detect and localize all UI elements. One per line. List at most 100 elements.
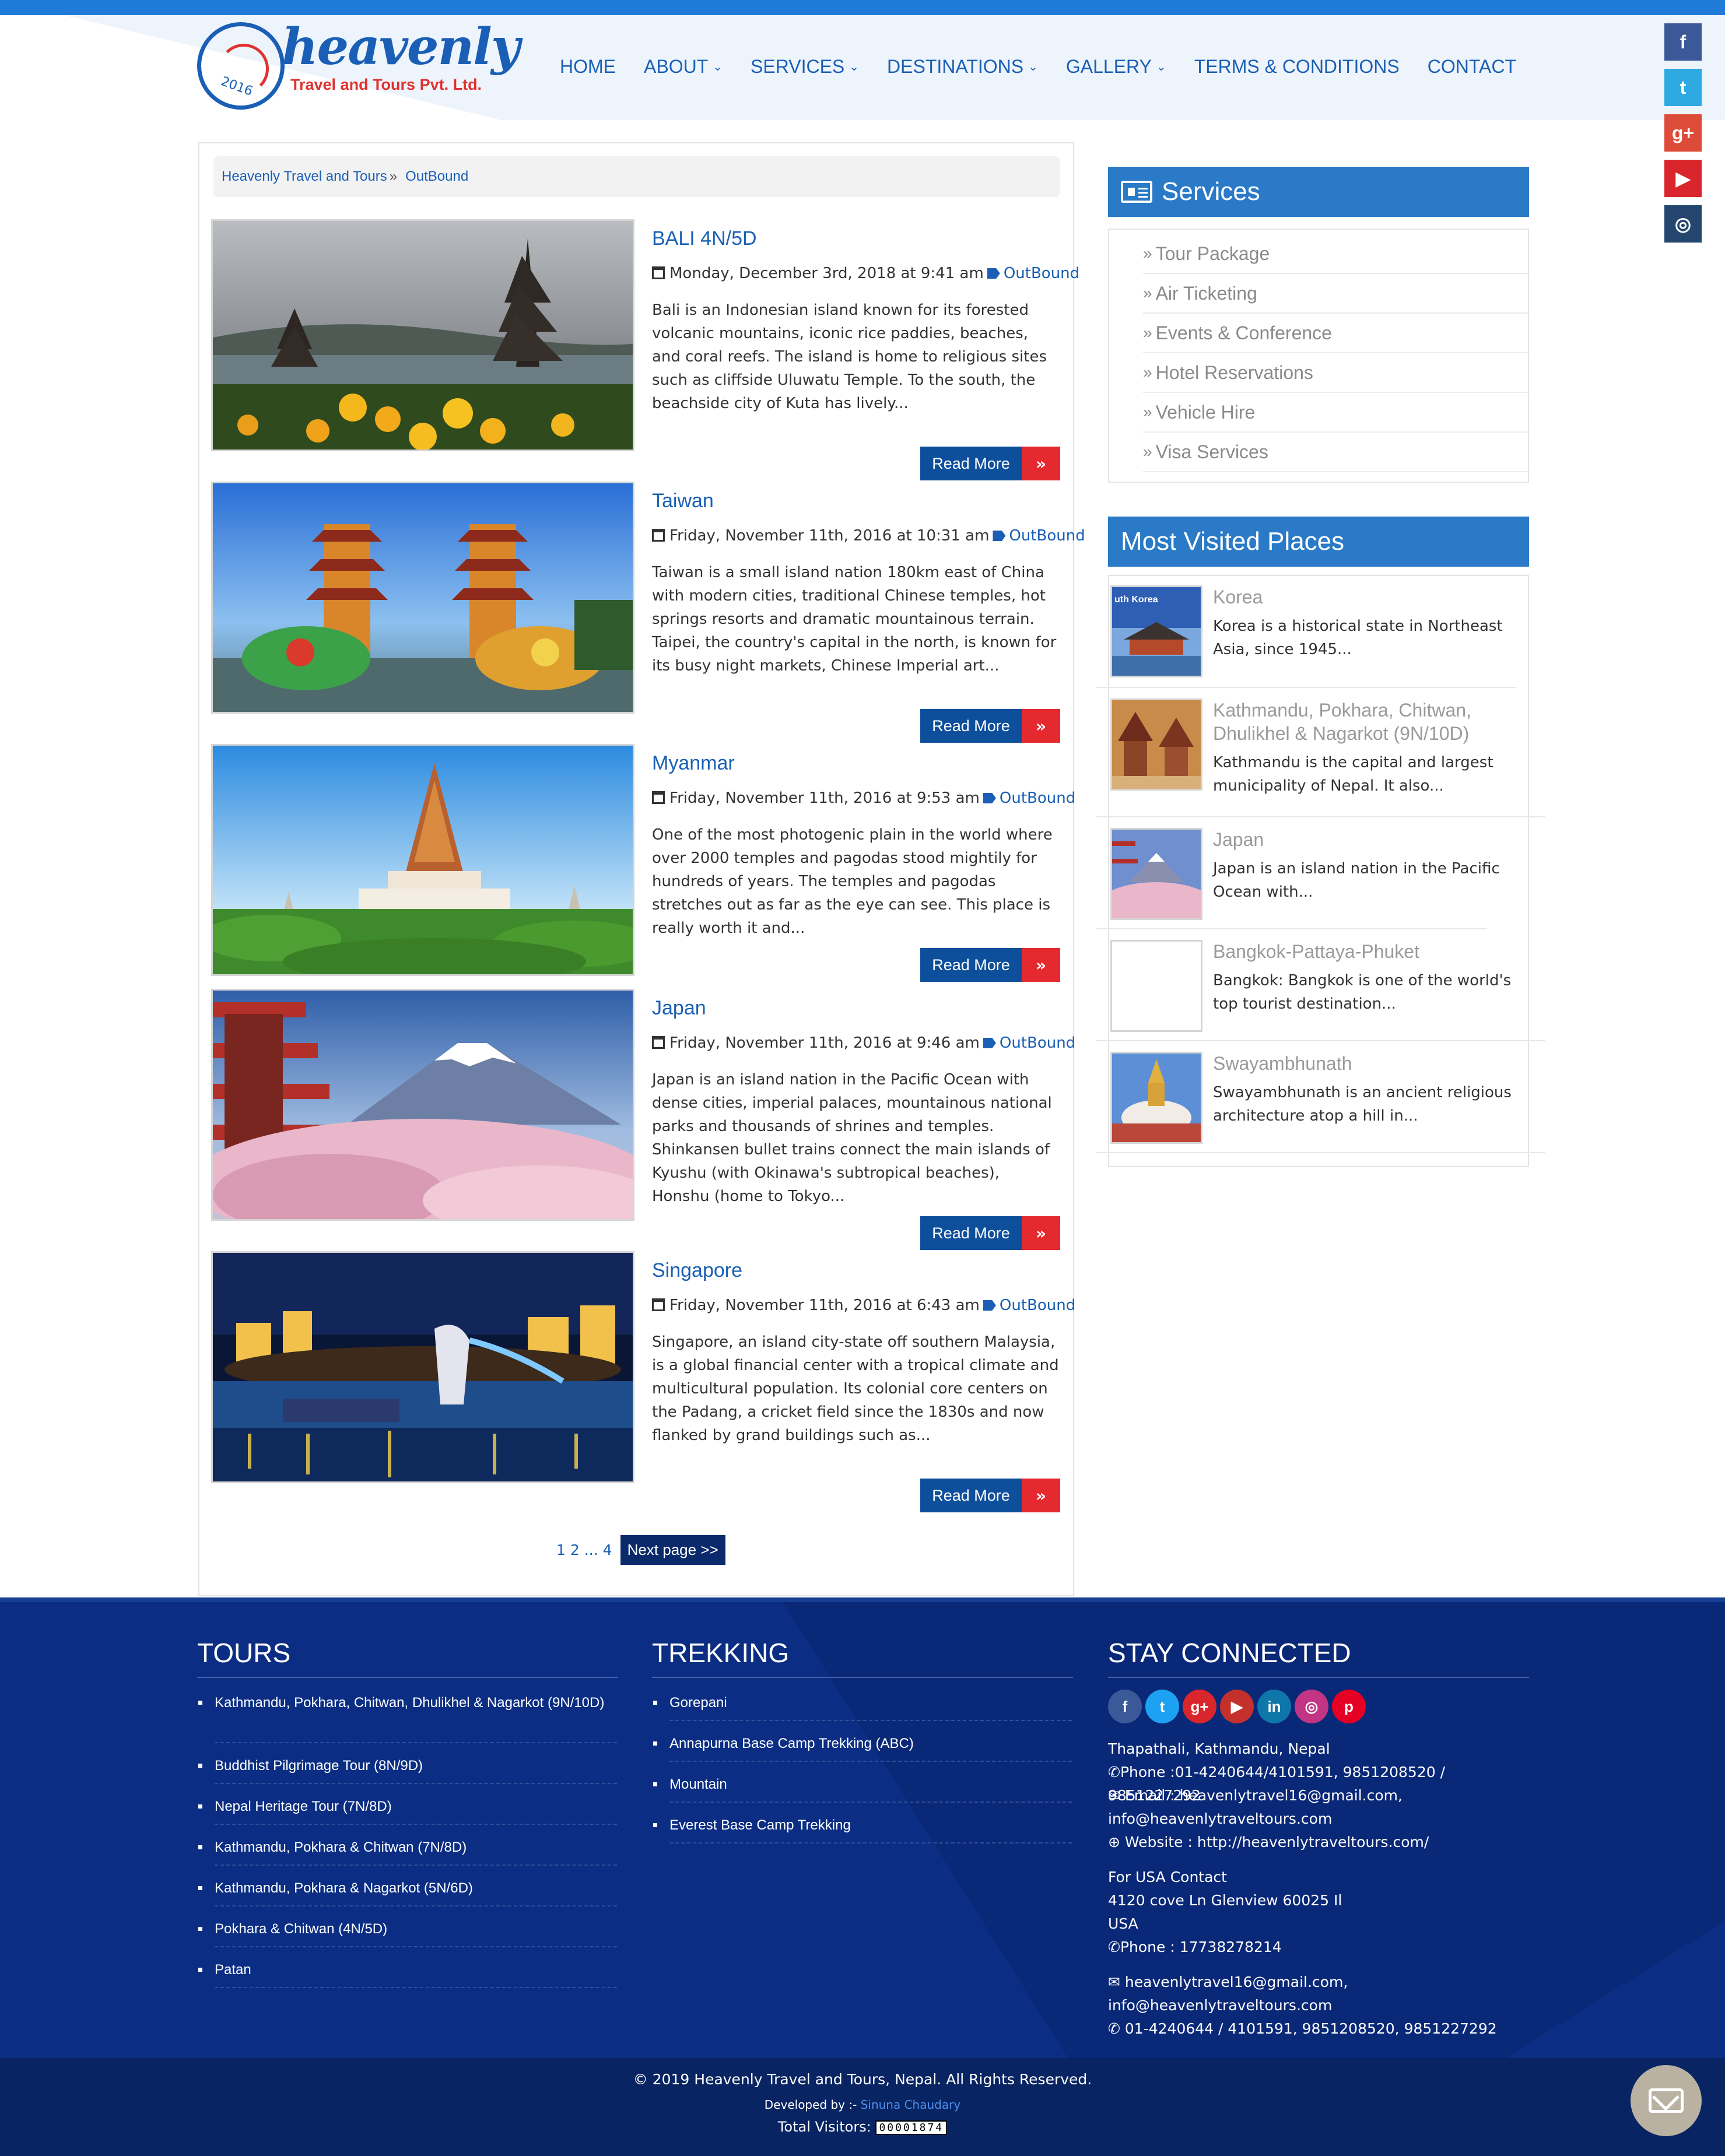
developer-link[interactable]: Sinuna Chaudary <box>861 2098 960 2112</box>
post-date: Friday, November 11th, 2016 at 9:46 am <box>669 1034 980 1052</box>
twitter-icon[interactable]: t <box>1664 69 1702 106</box>
nav-label: ABOUT <box>644 56 709 77</box>
post-title[interactable]: Singapore <box>652 1259 742 1282</box>
nav-label: SERVICES <box>751 56 845 77</box>
footer-list-divider <box>215 1946 617 1947</box>
read-more-button[interactable]: Read More» <box>920 1216 1060 1250</box>
post-title[interactable]: Taiwan <box>652 490 714 512</box>
tag-icon <box>983 793 996 803</box>
post-date: Monday, December 3rd, 2018 at 9:41 am <box>669 265 984 282</box>
footer-list-divider <box>215 1742 617 1743</box>
nav-label: TERMS & CONDITIONS <box>1194 56 1400 77</box>
next-page-button[interactable]: Next page >> <box>620 1535 725 1565</box>
visitors-label: Total Visitors: <box>777 2119 871 2135</box>
facebook-icon[interactable]: f <box>1108 1690 1142 1723</box>
site-logo[interactable]: 2016 heavenly Travel and Tours Pvt. Ltd. <box>197 17 520 110</box>
footer-list-link[interactable]: Patan <box>197 1959 617 1981</box>
nav-services[interactable]: SERVICES ⌄ <box>751 56 859 78</box>
calendar-icon <box>652 1298 665 1311</box>
footer-list-link[interactable]: Kathmandu, Pokhara & Nagarkot (5N/6D) <box>197 1877 617 1899</box>
footer-website-text[interactable]: Website : http://heavenlytraveltours.com… <box>1125 1834 1429 1850</box>
nav-label: GALLERY <box>1065 56 1152 77</box>
service-link[interactable]: » Vehicle Hire <box>1143 393 1530 433</box>
service-link[interactable]: » Visa Services <box>1143 433 1530 472</box>
footer-list-link[interactable]: Everest Base Camp Trekking <box>652 1814 1072 1837</box>
place-thumb-swayambhunath <box>1110 1052 1202 1144</box>
service-link[interactable]: » Hotel Reservations <box>1143 353 1530 393</box>
post-category-link[interactable]: OutBound <box>1000 789 1075 807</box>
post-category-link[interactable]: OutBound <box>1009 527 1085 545</box>
breadcrumb-current[interactable]: OutBound <box>405 168 468 185</box>
linkedin-icon[interactable]: in <box>1257 1690 1291 1723</box>
nav-contact[interactable]: CONTACT <box>1428 56 1516 78</box>
post-image-singapore[interactable] <box>211 1251 634 1483</box>
nav-terms[interactable]: TERMS & CONDITIONS <box>1194 56 1400 78</box>
place-divider <box>1096 928 1487 929</box>
breadcrumb-home-link[interactable]: Heavenly Travel and Tours <box>222 168 387 185</box>
youtube-icon[interactable]: ▶ <box>1220 1690 1254 1723</box>
footer-list-link[interactable]: Nepal Heritage Tour (7N/8D) <box>197 1796 617 1818</box>
page-link[interactable]: 1 <box>556 1541 566 1558</box>
service-link[interactable]: » Events & Conference <box>1143 314 1530 353</box>
post-image-myanmar[interactable] <box>211 744 634 976</box>
read-more-label: Read More <box>920 948 1022 982</box>
footer-list-link[interactable]: Kathmandu, Pokhara, Chitwan, Dhulikhel &… <box>197 1692 617 1714</box>
footer-email-alt-text[interactable]: heavenlytravel16@gmail.com, <box>1125 1974 1348 1990</box>
nav-destinations[interactable]: DESTINATIONS ⌄ <box>887 56 1038 78</box>
instagram-icon[interactable]: ◎ <box>1295 1690 1328 1723</box>
place-divider <box>1096 816 1545 817</box>
contact-chat-button[interactable] <box>1631 2065 1702 2136</box>
service-link[interactable]: » Air Ticketing <box>1143 274 1530 314</box>
footer-email: ✉ Email : heavenlytravel16@gmail.com, <box>1108 1784 1540 1807</box>
instagram-icon[interactable]: ◎ <box>1664 205 1702 243</box>
post-image-taiwan[interactable] <box>211 482 634 714</box>
page-link[interactable]: 2 <box>570 1541 580 1558</box>
envelope-icon: ✉ <box>1108 1974 1125 1990</box>
post-image-japan[interactable] <box>211 989 634 1221</box>
footer-email-alt-2[interactable]: info@heavenlytraveltours.com <box>1108 1994 1540 2017</box>
footer-list-link[interactable]: Annapurna Base Camp Trekking (ABC) <box>652 1733 1072 1755</box>
top-accent-bar <box>0 0 1725 15</box>
post-image-bali[interactable] <box>211 219 634 451</box>
nav-gallery[interactable]: GALLERY ⌄ <box>1066 56 1166 78</box>
post-category-link[interactable]: OutBound <box>1004 265 1079 282</box>
footer-website: ⊕ Website : http://heavenlytraveltours.c… <box>1108 1831 1540 1854</box>
read-more-button[interactable]: Read More» <box>920 948 1060 982</box>
post-title[interactable]: BALI 4N/5D <box>652 227 757 250</box>
twitter-icon[interactable]: t <box>1145 1690 1179 1723</box>
nav-home[interactable]: HOME <box>560 56 616 78</box>
envelope-icon <box>1649 2088 1684 2113</box>
footer-list-link[interactable]: Pokhara & Chitwan (4N/5D) <box>197 1918 617 1940</box>
footer-list-link[interactable]: Kathmandu, Pokhara & Chitwan (7N/8D) <box>197 1837 617 1859</box>
read-more-label: Read More <box>920 1216 1022 1250</box>
footer-list-link[interactable]: Mountain <box>652 1774 1072 1796</box>
thumb-caption: uth Korea <box>1114 595 1158 605</box>
footer-phone-alt-text: 01-4240644 / 4101591, 9851208520, 985122… <box>1124 2020 1497 2037</box>
read-more-button[interactable]: Read More» <box>920 447 1060 480</box>
facebook-icon[interactable]: f <box>1664 23 1702 61</box>
youtube-icon[interactable]: ▶ <box>1664 160 1702 197</box>
pinterest-icon[interactable]: p <box>1332 1690 1366 1723</box>
read-more-button[interactable]: Read More» <box>920 709 1060 743</box>
service-link[interactable]: » Tour Package <box>1143 234 1530 274</box>
post-date: Friday, November 11th, 2016 at 6:43 am <box>669 1297 980 1314</box>
post-category-link[interactable]: OutBound <box>1000 1034 1075 1052</box>
places-widget-header: Most Visited Places <box>1108 517 1529 567</box>
nav-about[interactable]: ABOUT ⌄ <box>644 56 723 78</box>
google-plus-icon[interactable]: g+ <box>1183 1690 1216 1723</box>
post-title[interactable]: Myanmar <box>652 752 735 775</box>
footer-email-2[interactable]: info@heavenlytraveltours.com <box>1108 1807 1540 1831</box>
copyright: © 2019 Heavenly Travel and Tours, Nepal.… <box>633 2071 1092 2088</box>
page-link[interactable]: 4 <box>603 1541 612 1558</box>
service-label: Vehicle Hire <box>1155 401 1256 423</box>
footer-list-link[interactable]: Gorepani <box>652 1692 1072 1714</box>
read-more-button[interactable]: Read More» <box>920 1479 1060 1512</box>
footer-list-divider <box>215 1987 617 1988</box>
post-category-link[interactable]: OutBound <box>1000 1297 1075 1314</box>
footer-list-link[interactable]: Buddhist Pilgrimage Tour (8N/9D) <box>197 1755 617 1777</box>
post-title[interactable]: Japan <box>652 997 706 1020</box>
google-plus-icon[interactable]: g+ <box>1664 114 1702 152</box>
chevron-down-icon: ⌄ <box>1156 61 1166 73</box>
footer-email-text[interactable]: Email : heavenlytravel16@gmail.com, <box>1125 1787 1403 1804</box>
chevron-down-icon: ⌄ <box>713 61 723 73</box>
